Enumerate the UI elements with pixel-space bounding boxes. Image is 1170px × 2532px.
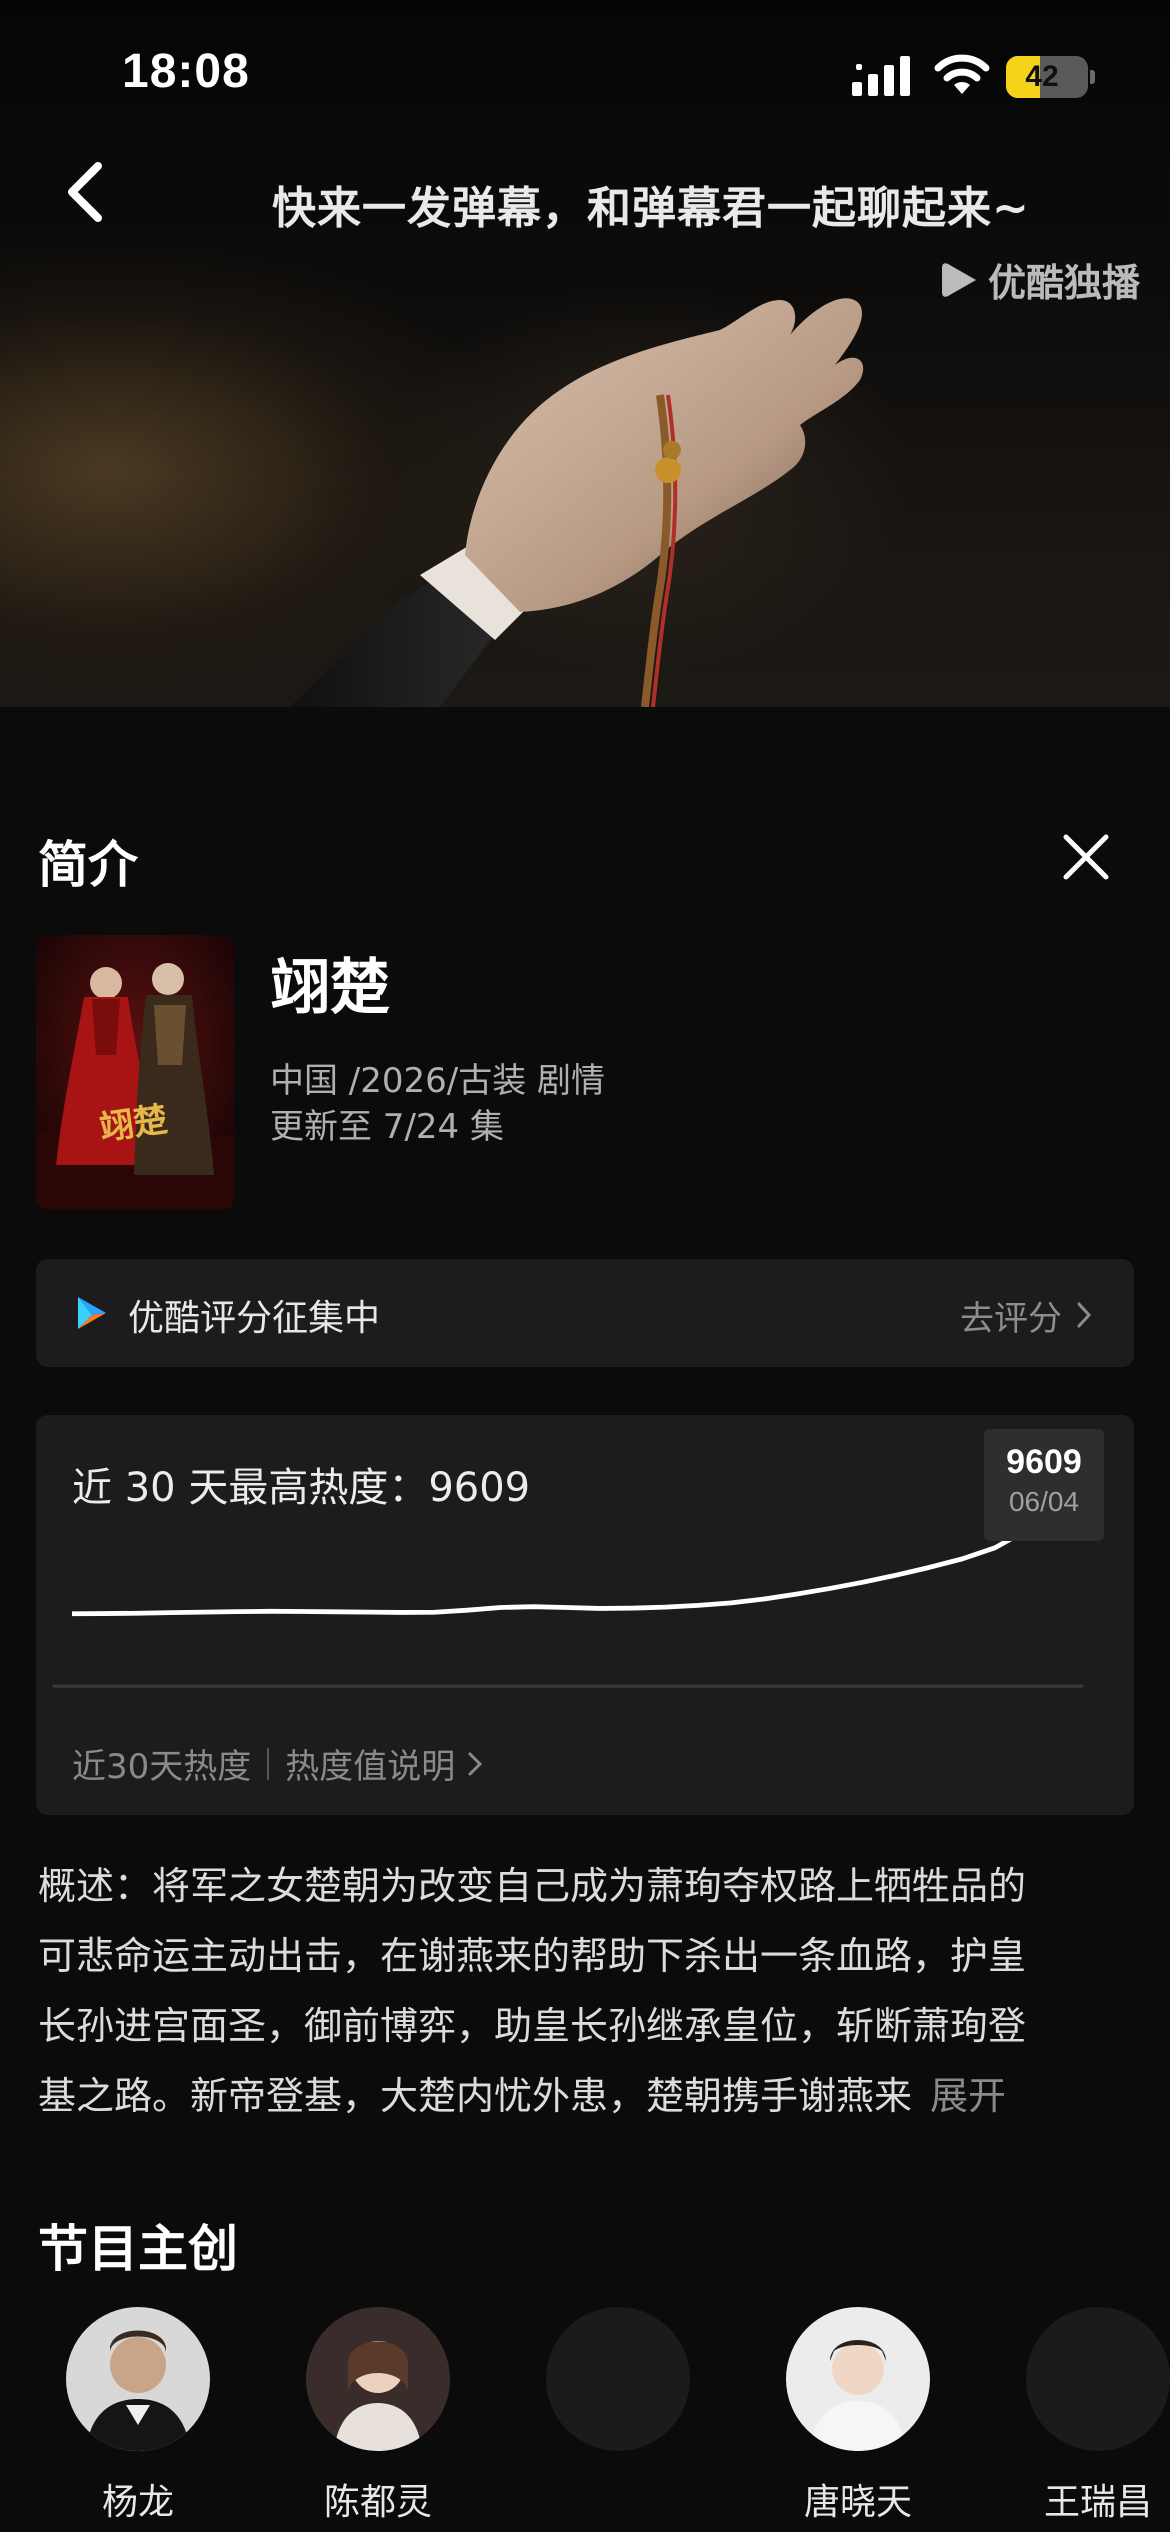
exclusive-badge: 优酷独播 xyxy=(940,252,1140,307)
cellular-signal-icon xyxy=(852,56,910,96)
heat-footer: 近30天热度 热度值说明 xyxy=(72,1739,483,1788)
poster-artwork: 翊楚 xyxy=(36,935,234,1209)
heat-title: 近 30 天最高热度：9609 xyxy=(72,1465,531,1511)
synopsis-line: 概述：将军之女楚朝为改变自己成为萧珣夺权路上牺牲品的 xyxy=(38,1864,1027,1908)
cast-member[interactable] xyxy=(528,2307,708,2473)
cast-name: 杨龙 xyxy=(101,2482,174,2523)
synopsis-line: 长孙进宫面圣，御前博弈，助皇长孙继承皇位，斩断萧珣登 xyxy=(38,2004,1027,2048)
chevron-right-icon xyxy=(468,1752,483,1775)
episode-update: 更新至 7/24 集 xyxy=(270,1107,504,1147)
show-poster[interactable]: 翊楚 xyxy=(36,935,234,1209)
back-icon[interactable] xyxy=(60,160,116,224)
synopsis-line: 基之路。新帝登基，大楚内忧外患，楚朝携手谢燕来 xyxy=(38,2074,913,2118)
chevron-right-icon xyxy=(1077,1302,1092,1328)
battery-percent: 42 xyxy=(1025,60,1059,93)
youku-play-icon xyxy=(941,262,976,297)
youku-logo-icon xyxy=(78,1297,106,1329)
close-icon[interactable] xyxy=(1060,831,1112,883)
battery-icon: 42 xyxy=(1006,56,1088,98)
cast-member[interactable]: 唐晓天 xyxy=(768,2307,948,2525)
wifi-icon xyxy=(934,54,990,94)
cast-member[interactable]: 王瑞昌 xyxy=(1008,2307,1170,2525)
rating-banner[interactable]: 优酷评分征集中 去评分 xyxy=(36,1259,1134,1367)
panel-title: 简介 xyxy=(38,836,138,894)
avatar xyxy=(306,2307,450,2451)
cast-member[interactable]: 杨龙 xyxy=(48,2307,228,2525)
exclusive-label: 优酷独播 xyxy=(987,261,1140,305)
heat-card: 近 30 天最高热度：9609 9609 06/04 近30天热度 热度值说明 xyxy=(36,1415,1134,1815)
clock: 18:08 xyxy=(122,45,250,98)
heat-peak-tooltip: 9609 06/04 xyxy=(984,1429,1104,1541)
heat-series-line xyxy=(71,1527,1029,1617)
peak-date: 06/04 xyxy=(1008,1486,1080,1517)
rating-label: 优酷评分征集中 xyxy=(128,1298,381,1339)
avatar xyxy=(1026,2307,1170,2451)
heat-plot xyxy=(71,1518,1040,1617)
expand-button[interactable]: 展开 xyxy=(930,2074,1006,2118)
cast-member[interactable]: 陈都灵 xyxy=(288,2307,468,2525)
peak-value: 9609 xyxy=(1006,1443,1082,1481)
status-bar: 18:08 42 xyxy=(0,0,1170,150)
synopsis-line: 可悲命运主动出击，在谢燕来的帮助下杀出一条血路，护皇 xyxy=(38,1934,1027,1978)
intro-panel: 简介 翊楚 翊楚 中国 /2026/古装 剧情 更新至 7/24 集 优酷评分征… xyxy=(0,707,1170,2532)
cast-name: 王瑞昌 xyxy=(1043,2482,1152,2523)
avatar xyxy=(66,2307,210,2451)
avatar xyxy=(546,2307,690,2451)
show-title: 翊楚 xyxy=(270,953,390,1023)
heat-info-link[interactable]: 热度值说明 xyxy=(285,1739,455,1788)
avatar xyxy=(786,2307,930,2451)
heat-footer-label: 近30天热度 xyxy=(72,1747,252,1787)
rate-action[interactable]: 去评分 xyxy=(960,1291,1062,1340)
synopsis-last-line: 基之路。新帝登基，大楚内忧外患，楚朝携手谢燕来 展开 xyxy=(38,2061,1138,2131)
danmaku-prompt[interactable]: 快来一发弹幕，和弹幕君一起聊起来~ xyxy=(272,172,1030,236)
cast-name: 唐晓天 xyxy=(803,2482,912,2523)
show-genre: 中国 /2026/古装 剧情 xyxy=(270,1061,606,1101)
cast-list[interactable]: 杨龙 陈都灵 唐晓天 王瑞昌 xyxy=(0,2307,1170,2532)
creators-title: 节目主创 xyxy=(38,2220,238,2278)
cast-name: 陈都灵 xyxy=(323,2482,432,2523)
divider xyxy=(267,1747,270,1780)
battery-tip xyxy=(1090,70,1095,84)
synopsis: 概述：将军之女楚朝为改变自己成为萧珣夺权路上牺牲品的 可悲命运主动出击，在谢燕来… xyxy=(38,1851,1138,2131)
heat-plot-area xyxy=(52,1518,1083,1688)
